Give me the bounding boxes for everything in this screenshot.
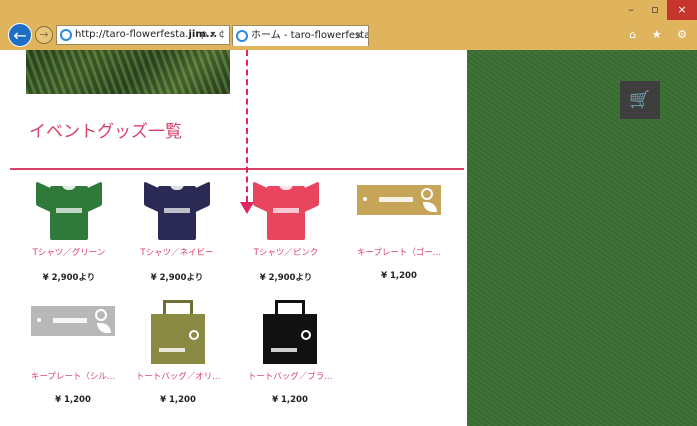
product-card[interactable]: キープレート（シル... ¥ 1,200 [23, 300, 123, 405]
product-card[interactable]: Tシャツ／ネイビー ¥ 2,900より [127, 181, 227, 283]
product-card[interactable]: トートバッグ／オリ... ¥ 1,200 [128, 300, 228, 405]
cart-icon: 🛒 [629, 90, 651, 110]
guide-dashed-line [246, 50, 248, 202]
product-price: ¥ 1,200 [160, 395, 196, 405]
product-name[interactable]: トートバッグ／オリ... [128, 370, 228, 382]
page-content: イベントグッズ一覧 Tシャツ／グリーン ¥ 2,900より Tシャツ／ネイビー … [0, 50, 697, 426]
tab-home[interactable]: ホーム - taro-flowerfesta ... × [232, 25, 369, 46]
product-name[interactable]: Tシャツ／グリーン [19, 246, 119, 258]
section-title: イベントグッズ一覧 [29, 122, 182, 142]
product-card[interactable]: キープレート（ゴー... ¥ 1,200 [349, 182, 449, 281]
forward-button[interactable]: → [35, 26, 53, 44]
navigation-bar: ← → http://taro-flowerfesta.jim... ρ ▾ ¢… [0, 22, 697, 48]
window-controls: – ▫ × [619, 0, 697, 20]
ie-page-icon [60, 29, 72, 41]
product-price: ¥ 1,200 [381, 271, 417, 281]
address-controls[interactable]: ρ ▾ ¢ [201, 26, 225, 44]
tote-bag-image[interactable] [259, 300, 321, 364]
back-button[interactable]: ← [8, 23, 32, 47]
product-name[interactable]: キープレート（シル... [23, 370, 123, 382]
keyplate-image[interactable] [31, 306, 115, 336]
toolbar-icons[interactable]: ⌂ ★ ⚙ [629, 28, 693, 41]
hero-image [26, 50, 230, 94]
product-name[interactable]: キープレート（ゴー... [349, 246, 449, 258]
browser-chrome: – ▫ × ← → http://taro-flowerfesta.jim...… [0, 0, 697, 50]
minimize-button[interactable]: – [619, 0, 643, 20]
cart-button[interactable]: 🛒 [620, 81, 660, 119]
tab-title: ホーム - taro-flowerfesta ... [251, 30, 369, 41]
product-name[interactable]: Tシャツ／ピンク [236, 246, 336, 258]
product-price: ¥ 2,900より [259, 273, 313, 283]
section-divider [10, 168, 464, 170]
tshirt-image[interactable] [36, 181, 102, 240]
product-card[interactable]: トートバッグ／ブラ... ¥ 1,200 [240, 300, 340, 405]
guide-arrow-head [240, 202, 254, 214]
sidebar-background [467, 50, 697, 426]
tshirt-image[interactable] [253, 181, 319, 240]
tshirt-image[interactable] [144, 181, 210, 240]
arrow-right-icon: → [39, 28, 49, 41]
keyplate-image[interactable] [357, 185, 441, 215]
product-price: ¥ 1,200 [55, 395, 91, 405]
product-price: ¥ 1,200 [272, 395, 308, 405]
product-name[interactable]: Tシャツ／ネイビー [127, 246, 227, 258]
product-card[interactable]: Tシャツ／グリーン ¥ 2,900より [19, 181, 119, 283]
tab-close-button[interactable]: × [355, 26, 363, 46]
restore-button[interactable]: ▫ [643, 0, 667, 20]
arrow-left-icon: ← [13, 26, 27, 45]
product-name[interactable]: トートバッグ／ブラ... [240, 370, 340, 382]
product-price: ¥ 2,900より [42, 273, 96, 283]
address-url-prefix: http://taro-flowerfesta. [75, 29, 189, 40]
product-price: ¥ 2,900より [150, 273, 204, 283]
tote-bag-image[interactable] [147, 300, 209, 364]
address-bar[interactable]: http://taro-flowerfesta.jim... ρ ▾ ¢ [56, 25, 230, 45]
close-window-button[interactable]: × [667, 0, 697, 20]
ie-tab-icon [236, 30, 248, 42]
product-card[interactable]: Tシャツ／ピンク ¥ 2,900より [236, 181, 336, 283]
main-column: イベントグッズ一覧 Tシャツ／グリーン ¥ 2,900より Tシャツ／ネイビー … [0, 50, 467, 426]
